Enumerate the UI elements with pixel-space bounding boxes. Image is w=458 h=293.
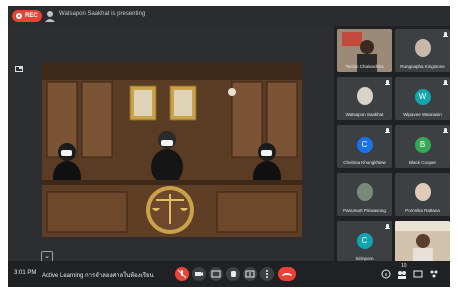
participant-tile[interactable]: Rungnapha Kingstone — [395, 29, 450, 72]
presenter-icon — [45, 11, 55, 22]
participant-tile[interactable]: C Chutima Khongkhiew — [337, 125, 392, 168]
control-bar: 3:01 PM Active Learning การจำลองศาลในห้อ… — [8, 261, 450, 287]
participant-tile[interactable]: B Black Cooper — [395, 125, 450, 168]
mic-off-icon — [177, 269, 187, 279]
avatar: W — [414, 89, 431, 105]
present-button[interactable] — [243, 267, 257, 281]
more-vert-icon — [266, 270, 268, 278]
participant-tile[interactable]: W Wipavee Wannasin — [395, 77, 450, 120]
participant-name: Pornnika Rattana — [405, 208, 440, 213]
recording-badge[interactable]: REC — [12, 10, 42, 22]
clock: 3:01 PM — [14, 270, 37, 276]
activities-icon[interactable] — [428, 268, 440, 280]
info-icon[interactable] — [380, 268, 392, 280]
participant-name: Wipavee Wannasin — [403, 112, 442, 117]
participant-name: Rungnapha Kingstone — [400, 64, 445, 69]
avatar — [414, 183, 431, 201]
top-bar: REC Watsapon Saakhat is presenting — [8, 6, 450, 26]
end-call-button[interactable] — [278, 267, 296, 281]
avatar — [356, 183, 373, 201]
avatar: C — [356, 137, 373, 153]
courtroom-scene — [42, 62, 302, 237]
meeting-name: Active Learning การจำลองศาลในห้องเรียน — [42, 273, 154, 279]
pip-icon[interactable] — [15, 66, 23, 72]
presenting-label: Watsapon Saakhat is presenting — [59, 11, 146, 17]
participant-name: Chutima Khongkhiew — [343, 160, 386, 165]
more-options-button[interactable] — [260, 267, 274, 281]
chat-icon[interactable] — [412, 268, 424, 280]
participant-tile[interactable]: Watsapon Saakhat — [337, 77, 392, 120]
present-icon — [245, 270, 255, 278]
mic-icon — [443, 32, 448, 37]
people-count: 10 — [401, 263, 407, 269]
camera-button[interactable] — [192, 267, 206, 281]
participant-tile[interactable]: Pornnika Rattana — [395, 173, 450, 216]
mic-icon — [385, 128, 390, 133]
mic-icon — [443, 80, 448, 85]
hand-icon — [231, 271, 236, 277]
captions-icon — [211, 270, 221, 278]
participant-tile[interactable]: Panumart Piriwasong — [337, 173, 392, 216]
mic-icon — [385, 80, 390, 85]
presentation-video — [42, 62, 302, 237]
mic-icon — [443, 128, 448, 133]
participant-grid: Techin Chaivachiro Rungnapha Kingstone W… — [334, 26, 450, 264]
self-view-tile[interactable]: You — [395, 221, 450, 264]
participant-tile[interactable]: C Sirinporn — [337, 221, 392, 264]
participant-name: Black Cooper — [408, 160, 436, 165]
avatar — [414, 39, 431, 57]
participant-name: Watsapon Saakhat — [345, 112, 384, 117]
end-call-icon — [282, 273, 292, 276]
participant-tile[interactable]: Techin Chaivachiro — [337, 29, 392, 72]
avatar — [356, 87, 373, 105]
captions-button[interactable] — [209, 267, 223, 281]
participant-name: Techin Chaivachiro — [345, 64, 384, 69]
people-icon[interactable] — [396, 268, 408, 280]
participant-name: Panumart Piriwasong — [343, 208, 386, 213]
avatar: C — [356, 233, 373, 249]
avatar: B — [414, 137, 431, 153]
main-stage: ⌄ — [8, 26, 334, 263]
camera-icon — [195, 272, 203, 276]
mic-off-button[interactable] — [175, 267, 189, 281]
meet-window: REC Watsapon Saakhat is presenting ⌄ Tec… — [8, 6, 450, 287]
mic-icon — [385, 224, 390, 229]
raise-hand-button[interactable] — [226, 267, 240, 281]
